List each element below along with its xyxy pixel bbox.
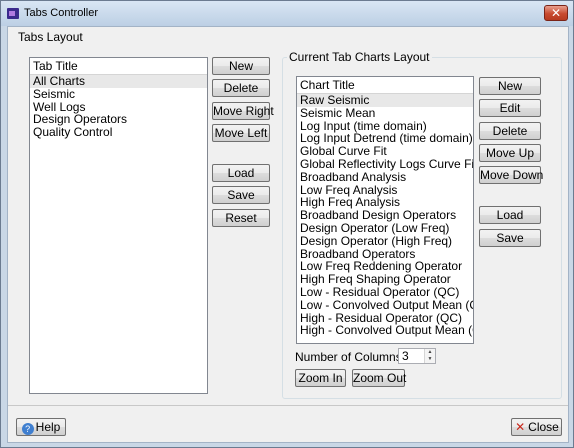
close-icon: ✕ <box>515 420 526 434</box>
client-area: Tabs Layout Tab Title All Charts Seismic W… <box>7 26 569 443</box>
spin-arrows: ▲ ▼ <box>424 349 435 363</box>
window-title: Tabs Controller <box>24 7 98 19</box>
list-item[interactable]: All Charts <box>30 75 207 88</box>
close-label: Close <box>528 420 559 434</box>
footer-separator <box>8 405 568 406</box>
window-close-button[interactable]: ✕ <box>544 5 568 21</box>
help-icon: ? <box>21 423 34 435</box>
spin-up-icon[interactable]: ▲ <box>425 349 435 356</box>
charts-layout-label: Current Tab Charts Layout <box>287 50 432 64</box>
app-icon <box>7 8 19 19</box>
tab-new-button[interactable]: New <box>212 57 270 75</box>
number-of-columns-value[interactable]: 3 <box>402 349 409 363</box>
number-of-columns-spinbox[interactable]: 3 ▲ ▼ <box>398 348 436 364</box>
list-item[interactable]: Seismic <box>30 87 207 101</box>
list-item[interactable]: Low - Residual Operator (QC) <box>297 286 473 299</box>
tab-list[interactable]: Tab Title All Charts Seismic Well Logs Desi… <box>29 57 208 394</box>
zoom-in-button[interactable]: Zoom In <box>295 369 346 387</box>
spin-down-icon[interactable]: ▼ <box>425 356 435 363</box>
list-item[interactable]: Seismic Mean <box>297 106 473 120</box>
tab-delete-button[interactable]: Delete <box>212 79 270 97</box>
list-item[interactable]: Quality Control <box>30 126 207 139</box>
chart-load-button[interactable]: Load <box>479 206 541 224</box>
tab-load-button[interactable]: Load <box>212 164 270 182</box>
zoom-out-button[interactable]: Zoom Out <box>352 369 406 387</box>
chart-edit-button[interactable]: Edit <box>479 99 541 117</box>
title-bar[interactable]: Tabs Controller ✕ <box>1 1 573 26</box>
help-button[interactable]: ? Help <box>16 418 66 436</box>
tab-save-button[interactable]: Save <box>212 186 270 204</box>
tab-list-header[interactable]: Tab Title <box>30 58 207 75</box>
chart-new-button[interactable]: New <box>479 77 541 95</box>
list-item[interactable]: Low - Convolved Output Mean (QC) <box>297 298 473 312</box>
list-item[interactable]: Design Operator (Low Freq) <box>297 222 473 235</box>
tab-move-left-button[interactable]: Move Left <box>212 124 270 142</box>
chart-save-button[interactable]: Save <box>479 229 541 247</box>
chart-list-header[interactable]: Chart Title <box>297 77 473 94</box>
chart-list-items: Raw Seismic Seismic Mean Log Input (time d… <box>297 94 473 337</box>
list-item[interactable]: Global Reflectivity Logs Curve Fit <box>297 158 473 171</box>
help-label: Help <box>35 420 61 434</box>
list-item[interactable]: High - Convolved Output Mean (QC) <box>297 324 473 337</box>
number-of-columns-label: Number of Columns: <box>295 350 406 364</box>
chart-delete-button[interactable]: Delete <box>479 122 541 140</box>
list-item[interactable]: Raw Seismic <box>297 94 473 107</box>
close-button[interactable]: ✕ Close <box>511 418 562 436</box>
chart-move-up-button[interactable]: Move Up <box>479 144 541 162</box>
tab-reset-button[interactable]: Reset <box>212 209 270 227</box>
tabs-controller-window: Tabs Controller ✕ Tabs Layout Tab Title … <box>0 0 574 448</box>
chart-list[interactable]: Chart Title Raw Seismic Seismic Mean Log I… <box>296 76 474 344</box>
list-item[interactable]: Broadband Analysis <box>297 170 473 184</box>
tab-list-items: All Charts Seismic Well Logs Design Operato… <box>30 75 207 139</box>
list-item[interactable]: Design Operator (High Freq) <box>297 234 473 248</box>
chart-move-down-button[interactable]: Move Down <box>479 166 543 184</box>
tab-move-right-button[interactable]: Move Right <box>212 102 274 120</box>
tabs-layout-label: Tabs Layout <box>16 30 85 44</box>
